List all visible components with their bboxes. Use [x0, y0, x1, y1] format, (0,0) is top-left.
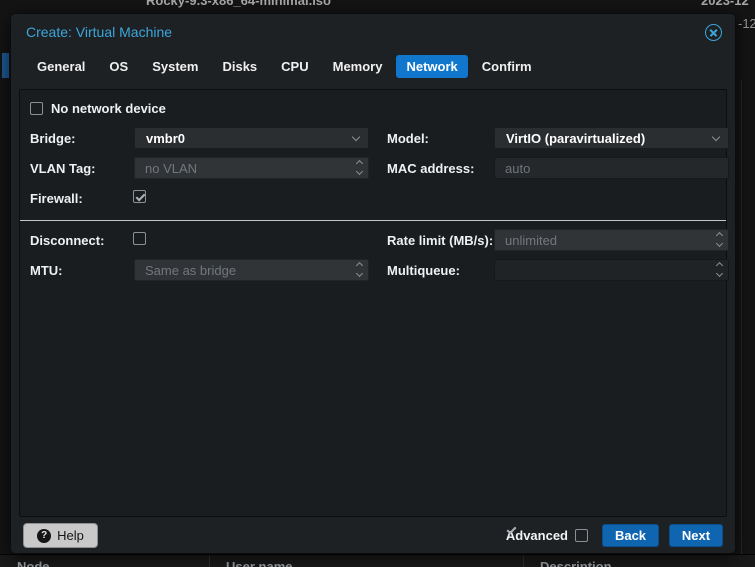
mtu-spinner — [134, 259, 369, 281]
chevron-down-icon — [352, 133, 360, 141]
mac-address-field[interactable] — [494, 157, 729, 179]
spinner-arrows-icon — [717, 263, 722, 276]
vlan-tag-input — [135, 158, 368, 178]
background-iso-filename: Rocky-9.3-x86_64-minimal.iso — [146, 0, 331, 8]
back-button[interactable]: Back — [602, 524, 659, 547]
firewall-label: Firewall: — [30, 191, 83, 206]
disconnect-checkbox[interactable] — [133, 232, 146, 245]
background-selected-item-highlight — [2, 53, 9, 78]
question-circle-icon — [37, 529, 51, 543]
column-header-description: Description — [540, 559, 612, 567]
no-network-device-checkbox[interactable] — [30, 102, 43, 115]
background-date: 2023-12 — [701, 0, 749, 8]
close-icon[interactable] — [705, 24, 722, 41]
no-network-device-label: No network device — [51, 101, 166, 116]
multiqueue-label: Multiqueue: — [387, 263, 460, 278]
spinner-arrows-icon — [357, 263, 362, 276]
vlan-tag-spinner — [134, 157, 369, 179]
firewall-checkbox[interactable] — [133, 190, 146, 203]
dialog-title: Create: Virtual Machine — [26, 24, 172, 40]
bridge-label: Bridge: — [30, 131, 76, 146]
spinner-arrows-icon — [357, 161, 362, 174]
column-header-username: User name — [226, 559, 292, 567]
mac-address-label: MAC address: — [387, 161, 474, 176]
footer-actions: Advanced Back Next — [506, 524, 723, 547]
background-panel-border — [741, 80, 742, 554]
column-divider — [209, 555, 210, 567]
next-button[interactable]: Next — [669, 524, 723, 547]
rate-limit-label: Rate limit (MB/s): — [387, 233, 493, 248]
mac-address-input[interactable] — [495, 158, 728, 178]
bridge-value: vmbr0 — [146, 131, 185, 146]
create-vm-dialog: Create: Virtual Machine General OS Syste… — [10, 13, 736, 554]
tab-general[interactable]: General — [27, 55, 95, 78]
mtu-input — [135, 260, 368, 280]
column-divider — [523, 555, 524, 567]
tab-system[interactable]: System — [142, 55, 208, 78]
column-header-node: Node — [17, 559, 50, 567]
background-date-fragment: -12 — [738, 16, 755, 31]
help-button[interactable]: Help — [23, 523, 98, 548]
tab-network[interactable]: Network — [396, 55, 467, 78]
disconnect-label: Disconnect: — [30, 233, 104, 248]
model-value: VirtIO (paravirtualized) — [506, 131, 645, 146]
vlan-tag-label: VLAN Tag: — [30, 161, 95, 176]
help-button-label: Help — [57, 528, 84, 543]
multiqueue-input[interactable] — [495, 260, 728, 280]
tab-disks[interactable]: Disks — [212, 55, 267, 78]
tab-os[interactable]: OS — [99, 55, 138, 78]
mtu-label: MTU: — [30, 263, 63, 278]
bridge-combobox[interactable]: vmbr0 — [134, 127, 369, 149]
network-form-panel: No network device Bridge: vmbr0 Model: V… — [19, 89, 727, 517]
model-label: Model: — [387, 131, 429, 146]
advanced-section-divider — [20, 220, 726, 221]
chevron-down-icon — [712, 133, 720, 141]
tab-cpu[interactable]: CPU — [271, 55, 318, 78]
tab-memory[interactable]: Memory — [323, 55, 393, 78]
tab-confirm[interactable]: Confirm — [472, 55, 542, 78]
rate-limit-spinner — [494, 229, 729, 251]
wizard-tabs: General OS System Disks CPU Memory Netwo… — [27, 55, 546, 78]
multiqueue-spinner[interactable] — [494, 259, 729, 281]
advanced-checkbox[interactable] — [575, 529, 588, 542]
spinner-arrows-icon — [717, 233, 722, 246]
advanced-label: Advanced — [506, 528, 568, 543]
background-task-log-header: Node User name Description — [0, 554, 755, 567]
model-combobox[interactable]: VirtIO (paravirtualized) — [494, 127, 729, 149]
rate-limit-input — [495, 230, 728, 250]
